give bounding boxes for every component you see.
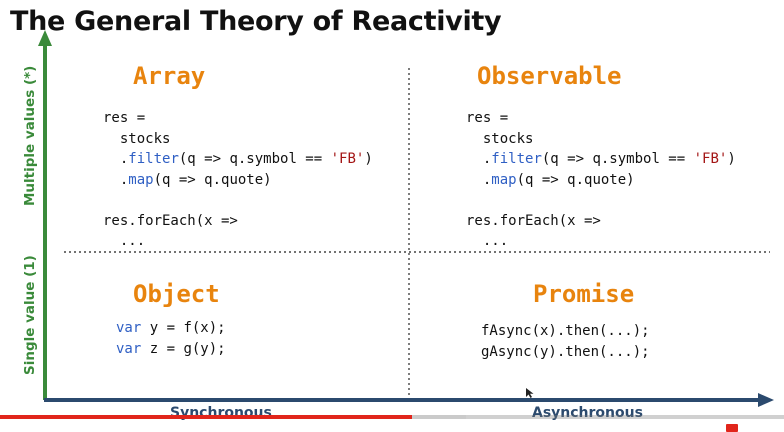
code-text: . — [103, 151, 129, 167]
y-axis-label-multiple: Multiple values (*) — [22, 65, 38, 206]
code-text: res.forEach(x => — [103, 212, 238, 229]
code-line: ... — [103, 231, 373, 252]
code-line: fAsync(x).then(...); — [481, 321, 650, 342]
code-line: var z = g(y); — [116, 339, 226, 360]
code-block-array: res = stocks .filter(q => q.symbol == 'F… — [103, 108, 373, 252]
code-text: res = — [466, 110, 509, 126]
code-line: gAsync(y).then(...); — [481, 342, 650, 363]
hd-badge-icon — [726, 424, 738, 432]
code-block-promise: fAsync(x).then(...); gAsync(y).then(...); — [481, 321, 650, 362]
code-text: fAsync(x).then(...); — [481, 323, 650, 339]
code-text: ) — [364, 151, 373, 167]
code-text: ... — [466, 233, 509, 249]
y-axis-arrow — [38, 30, 52, 400]
code-line: res = — [103, 108, 373, 129]
code-line: .filter(q => q.symbol == 'FB') — [103, 149, 373, 170]
code-line: .map(q => q.quote) — [466, 170, 736, 191]
code-line: stocks — [466, 129, 736, 150]
quadrant-title-promise: Promise — [533, 280, 635, 308]
code-text: (q => q.symbol == — [541, 151, 694, 167]
code-text: ... — [103, 233, 146, 249]
code-text: . — [466, 171, 492, 188]
code-keyword: map — [128, 171, 154, 188]
code-keyword: var — [116, 320, 142, 336]
code-keyword: filter — [491, 151, 542, 167]
code-text: res.forEach(x => — [466, 212, 601, 229]
code-text: . — [466, 151, 492, 167]
code-text: stocks — [103, 130, 171, 147]
code-text: stocks — [466, 130, 534, 147]
video-played-bar — [0, 415, 412, 419]
code-line: ... — [466, 231, 736, 252]
code-text: res = — [103, 110, 146, 126]
code-line: .map(q => q.quote) — [103, 170, 373, 191]
code-text: ) — [727, 151, 736, 167]
code-keyword: map — [491, 171, 517, 188]
code-block-object: var y = f(x); var z = g(y); — [116, 318, 226, 359]
code-text: (q => q.symbol == — [178, 151, 331, 167]
y-axis-label-single: Single value (1) — [22, 255, 38, 375]
code-string: 'FB' — [693, 151, 728, 167]
code-keyword: var — [116, 340, 142, 357]
code-line: stocks — [103, 129, 373, 150]
x-axis-arrow — [44, 393, 774, 407]
code-block-observable: res = stocks .filter(q => q.symbol == 'F… — [466, 108, 736, 252]
code-line: .filter(q => q.symbol == 'FB') — [466, 149, 736, 170]
code-text: (q => q.quote) — [516, 171, 635, 188]
video-progress-bar[interactable] — [0, 415, 784, 419]
code-text: (q => q.quote) — [153, 171, 272, 188]
mouse-pointer-icon — [526, 388, 534, 398]
quadrant-title-object: Object — [133, 280, 220, 308]
code-text: z = g(y); — [141, 340, 226, 357]
code-line: res.forEach(x => — [103, 211, 373, 232]
code-keyword: filter — [128, 151, 179, 167]
code-text: y = f(x); — [141, 320, 226, 336]
code-line: res.forEach(x => — [466, 211, 736, 232]
code-text: . — [103, 171, 129, 188]
slide: The General Theory of Reactivity Multipl… — [0, 0, 784, 432]
code-string: 'FB' — [330, 151, 365, 167]
code-line: var y = f(x); — [116, 318, 226, 339]
quadrant-title-array: Array — [133, 62, 206, 90]
code-line: res = — [466, 108, 736, 129]
code-text: gAsync(y).then(...); — [481, 343, 650, 360]
quadrant-title-observable: Observable — [477, 62, 622, 90]
